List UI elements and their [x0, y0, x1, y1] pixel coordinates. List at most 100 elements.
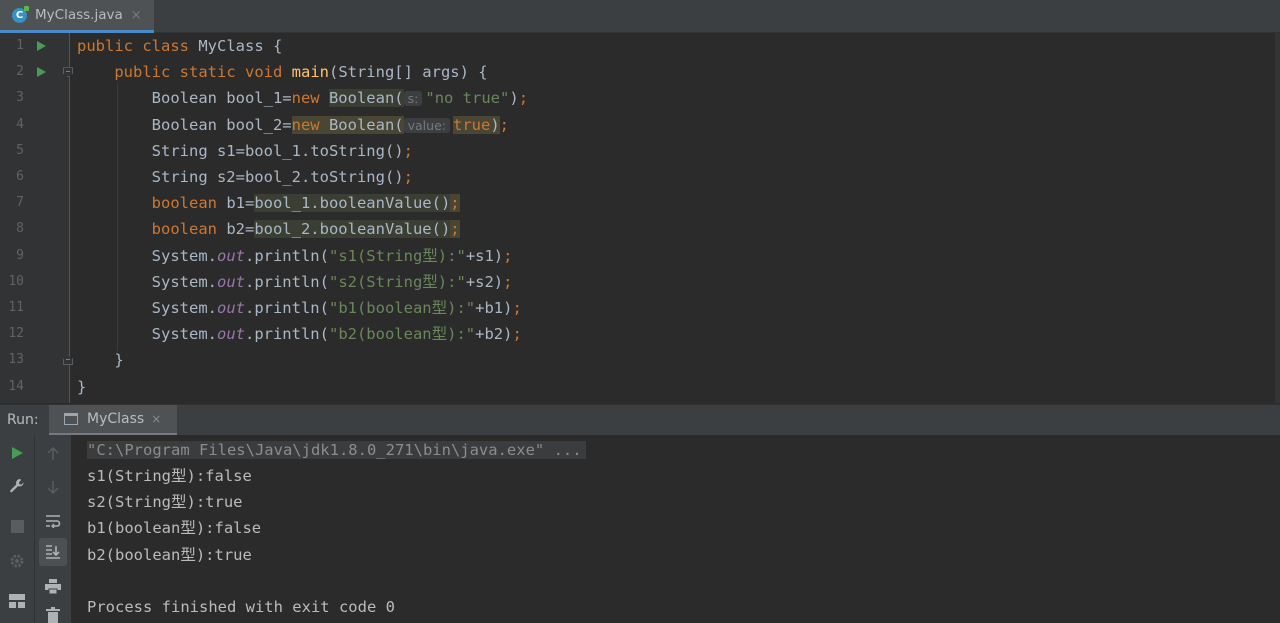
- line-number: 10: [8, 273, 24, 289]
- code-token: boolean: [151, 194, 227, 213]
- code-token: boolean: [151, 220, 227, 239]
- code-token: Boolean bool_2=: [77, 115, 292, 134]
- code-token: "b2(boolean型):": [328, 325, 476, 344]
- code-line[interactable]: 12 System.out.println("b2(boolean型):"+b2…: [0, 321, 1270, 347]
- line-number: 7: [16, 195, 24, 211]
- code-line[interactable]: 14}: [0, 374, 1270, 400]
- code-token: new: [291, 89, 329, 108]
- line-number: 2: [16, 64, 24, 80]
- code-line[interactable]: 7 boolean b1=bool_1.booleanValue();: [0, 190, 1270, 216]
- trash-icon[interactable]: [39, 601, 67, 623]
- code-line[interactable]: 3 Boolean bool_1=new Boolean(s: "no true"…: [0, 85, 1270, 111]
- code-line[interactable]: 1 public class MyClass {: [0, 33, 1270, 59]
- code-token: ): [509, 89, 519, 108]
- code-token: System.: [77, 272, 217, 291]
- code-token: ;: [403, 141, 413, 160]
- code-token: b2=: [226, 220, 255, 239]
- code-text: String s1=bool_1.toString();: [77, 138, 413, 164]
- run-tool-window-header: Run: MyClass ×: [0, 404, 1280, 436]
- console-line: s2(String型):true: [87, 493, 243, 511]
- fold-icon[interactable]: [63, 355, 73, 366]
- code-editor[interactable]: 1 public class MyClass {2 public static v…: [0, 33, 1280, 403]
- code-line[interactable]: 9 System.out.println("s1(String型):"+s1);: [0, 243, 1270, 269]
- line-number: 6: [16, 169, 24, 184]
- close-icon[interactable]: ×: [151, 412, 161, 426]
- settings-icon: [3, 547, 31, 575]
- code-token: Boolean(: [328, 115, 404, 134]
- console-line: s1(String型):false: [87, 467, 252, 485]
- code-token: new: [291, 115, 329, 134]
- code-token: bool_1.booleanValue(): [254, 194, 451, 213]
- line-number: 4: [16, 116, 24, 132]
- line-number: 9: [16, 247, 24, 263]
- code-line[interactable]: 4 Boolean bool_2=new Boolean(value: true)…: [0, 112, 1270, 138]
- fold-icon[interactable]: [63, 67, 73, 78]
- code-token: ): [490, 115, 500, 134]
- code-text: System.out.println("b2(boolean型):"+b2);: [77, 321, 522, 347]
- console-command-line: "C:\Program Files\Java\jdk1.8.0_271\bin\…: [87, 437, 586, 463]
- console-command: "C:\Program Files\Java\jdk1.8.0_271\bin\…: [87, 441, 586, 459]
- editor-tab-label: MyClass.java: [35, 7, 123, 23]
- code-token: Boolean(: [328, 89, 404, 108]
- editor-tab-bar: C MyClass.java ×: [0, 0, 1280, 33]
- code-text: }: [77, 374, 86, 400]
- run-tab-myclass[interactable]: MyClass ×: [49, 405, 177, 436]
- code-token: System.: [77, 246, 217, 265]
- run-toolbar-primary: [0, 435, 35, 623]
- code-token: out: [216, 299, 245, 317]
- code-text: public class MyClass {: [77, 33, 282, 59]
- code-line[interactable]: 6 String s2=bool_2.toString();: [0, 164, 1270, 190]
- code-text: Boolean bool_1=new Boolean(s: "no true");: [77, 85, 528, 112]
- code-token: ;: [450, 194, 460, 213]
- scroll-to-end-icon[interactable]: [39, 538, 67, 566]
- code-token: "no true": [425, 89, 510, 108]
- code-token: .println(: [244, 299, 329, 317]
- layout-icon[interactable]: [3, 587, 31, 615]
- code-token: ;: [503, 272, 513, 291]
- code-text: System.out.println("s2(String型):"+s2);: [77, 269, 513, 295]
- line-number: 11: [8, 300, 24, 315]
- code-line[interactable]: 13 }: [0, 347, 1270, 373]
- code-token: (String[] args) {: [328, 63, 488, 82]
- code-text: System.out.println("b1(boolean型):"+b1);: [77, 295, 522, 321]
- code-token: .println(: [244, 246, 329, 265]
- print-icon[interactable]: [39, 572, 67, 600]
- code-token: }: [77, 377, 87, 396]
- close-icon[interactable]: ×: [131, 8, 142, 23]
- line-number: 12: [8, 326, 24, 342]
- code-line[interactable]: 2 public static void main(String[] args)…: [0, 59, 1270, 85]
- editor-tab-myclass[interactable]: C MyClass.java ×: [0, 0, 154, 33]
- run-gutter-icon[interactable]: [37, 67, 46, 78]
- java-class-icon: C: [12, 5, 29, 23]
- code-token: +b2): [475, 325, 513, 344]
- code-token: public: [77, 37, 143, 55]
- editor-scrollbar[interactable]: [1275, 33, 1280, 403]
- line-number: 8: [16, 221, 24, 237]
- code-token: void: [244, 63, 292, 82]
- code-token: static: [179, 63, 245, 82]
- run-icon[interactable]: [3, 439, 31, 467]
- code-text: String s2=bool_2.toString();: [77, 164, 413, 190]
- parameter-hint: value:: [403, 117, 450, 133]
- code-token: ;: [512, 299, 522, 317]
- line-number: 3: [16, 90, 24, 106]
- run-label: Run:: [7, 412, 39, 428]
- wrench-icon[interactable]: [3, 472, 31, 500]
- parameter-hint: s:: [403, 91, 423, 107]
- run-gutter-icon[interactable]: [37, 41, 46, 51]
- code-line[interactable]: 11 System.out.println("b1(boolean型):"+b1…: [0, 295, 1270, 321]
- code-token: String s2=bool_2.toString(): [77, 168, 404, 186]
- code-line[interactable]: 10 System.out.println("s2(String型):"+s2)…: [0, 269, 1270, 295]
- indent-guide: [117, 83, 118, 352]
- code-token: Boolean bool_1=: [77, 89, 292, 108]
- code-token: +s2): [465, 272, 504, 291]
- stop-icon: [3, 512, 31, 540]
- line-number: 1: [16, 38, 24, 53]
- console-line: b1(boolean型):false: [87, 519, 262, 537]
- code-token: ;: [503, 246, 513, 265]
- code-line[interactable]: 8 boolean b2=bool_2.booleanValue();: [0, 216, 1270, 242]
- code-line[interactable]: 5 String s1=bool_1.toString();: [0, 138, 1270, 164]
- soft-wrap-icon[interactable]: [39, 507, 67, 535]
- code-token: class: [142, 37, 199, 55]
